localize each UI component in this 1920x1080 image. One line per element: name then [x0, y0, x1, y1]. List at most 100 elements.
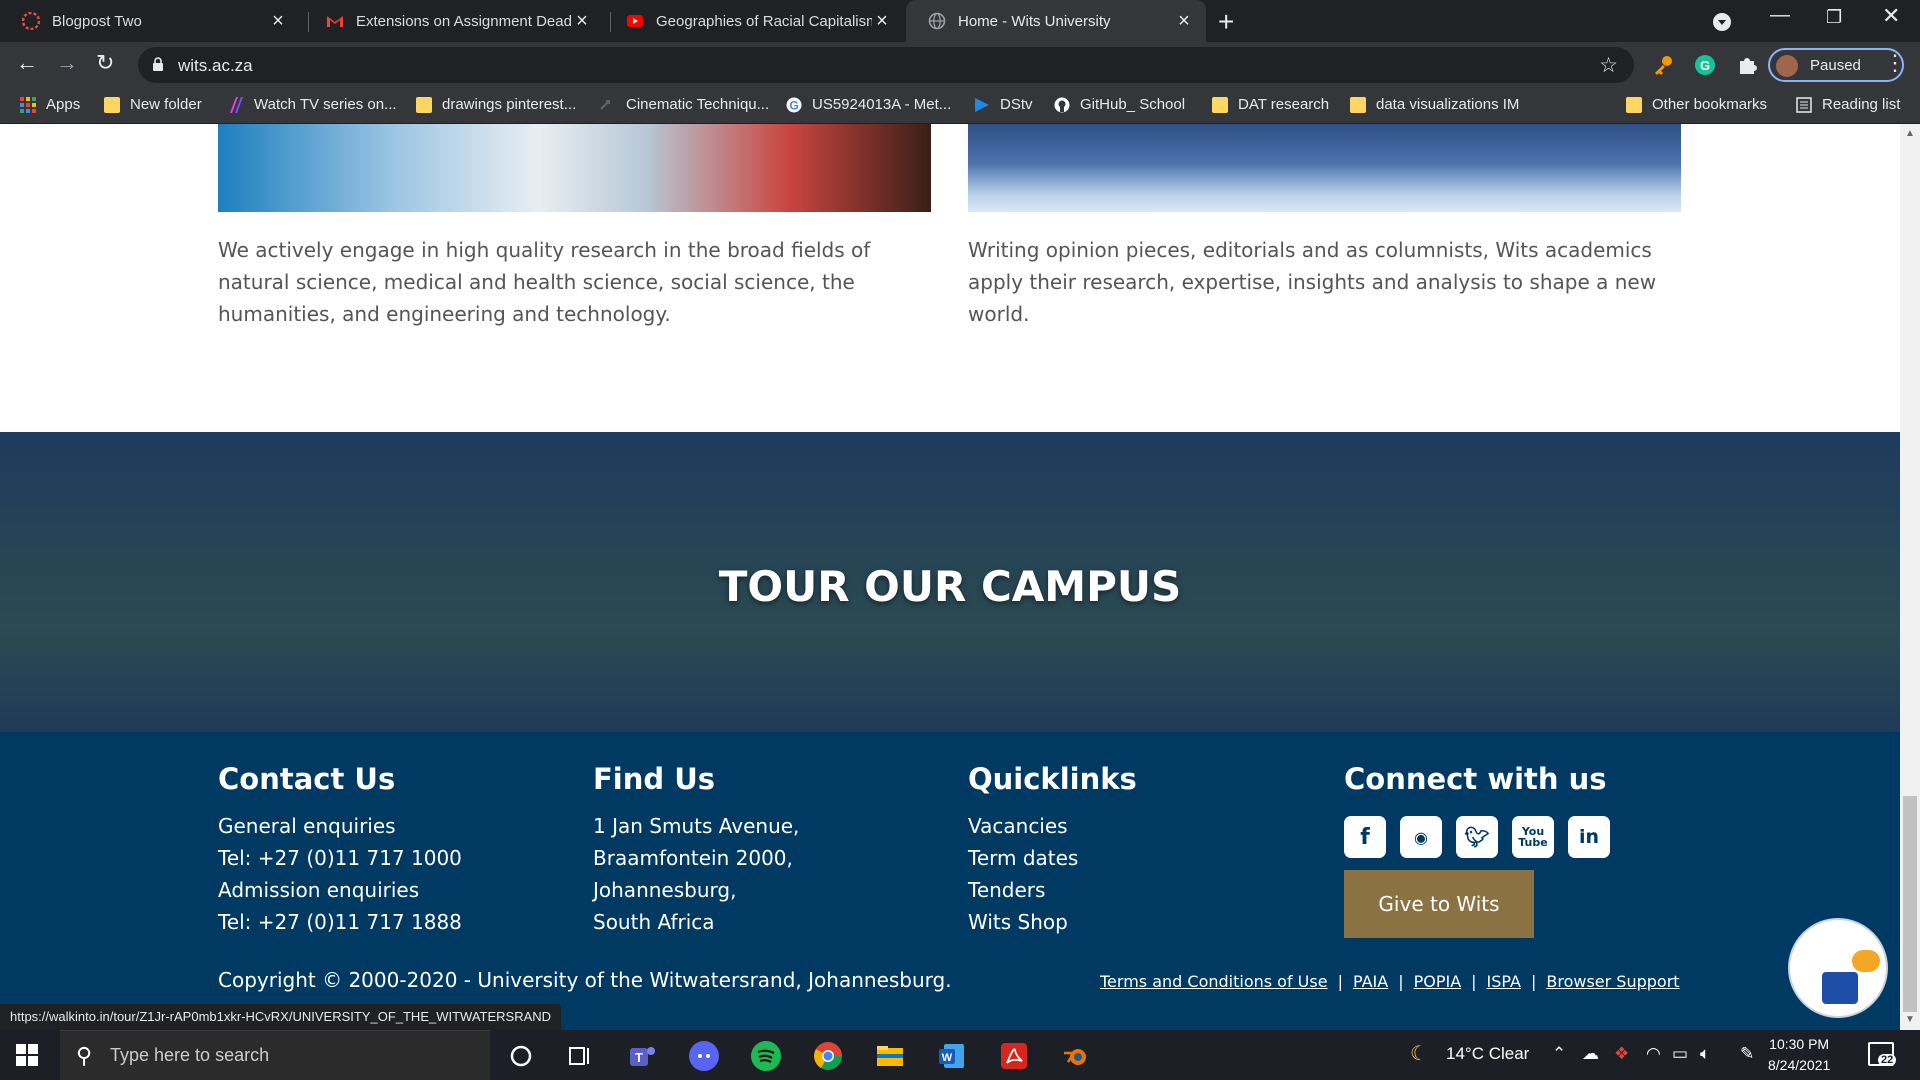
word-icon[interactable]: W	[936, 1040, 968, 1072]
tab-search-icon[interactable]	[1712, 12, 1732, 32]
cortana-icon[interactable]	[505, 1040, 537, 1072]
bookmark-new-folder[interactable]: New folder	[104, 96, 202, 113]
paia-link[interactable]: PAIA	[1353, 972, 1388, 991]
browser-toolbar: ← → ↻ wits.ac.za ☆ G Paused	[0, 42, 1920, 88]
quicklink-term-dates[interactable]: Term dates	[968, 842, 1137, 874]
give-to-wits-button[interactable]: Give to Wits	[1344, 870, 1534, 938]
browser-support-link[interactable]: Browser Support	[1546, 972, 1679, 991]
dropbox-icon[interactable]: ❖	[1614, 1044, 1629, 1064]
ispa-link[interactable]: ISPA	[1487, 972, 1521, 991]
gmail-icon	[327, 16, 343, 27]
scroll-up-arrow[interactable]: ▲	[1905, 128, 1915, 139]
tray-chevron-icon[interactable]: ⌃	[1552, 1044, 1566, 1064]
scroll-down-arrow[interactable]: ▼	[1905, 1014, 1915, 1025]
quicklinks-column: Quicklinks Vacancies Term dates Tenders …	[968, 762, 1137, 938]
stripes-icon	[230, 96, 243, 113]
bookmark-cinematic[interactable]: Cinematic Techniqu...	[600, 96, 769, 113]
bookmark-drawings-pinterest[interactable]: drawings pinterest...	[416, 96, 576, 113]
back-button[interactable]: ←	[16, 50, 38, 76]
quicklink-vacancies[interactable]: Vacancies	[968, 810, 1137, 842]
taskbar-search[interactable]: ⚲ Type here to search	[60, 1030, 490, 1080]
scroll-thumb[interactable]	[1903, 796, 1917, 1012]
maximize-button[interactable]: ❐	[1826, 7, 1842, 28]
lock-icon	[153, 57, 163, 71]
find-heading: Find Us	[593, 762, 716, 796]
status-url: https://walkinto.in/tour/Z1Jr-rAP0mb1xkr…	[0, 1004, 562, 1030]
opinion-image[interactable]	[968, 124, 1681, 212]
bookmark-dat-research[interactable]: DAT research	[1212, 96, 1329, 113]
twitter-icon[interactable]: 🐦︎	[1456, 816, 1498, 858]
clock-date: 8/24/2021	[1768, 1057, 1831, 1073]
research-image[interactable]	[218, 124, 931, 212]
chrome-icon[interactable]	[812, 1040, 844, 1072]
volume-icon[interactable]: 🔈︎	[1700, 1044, 1710, 1064]
contact-phone[interactable]: Tel: +27 (0)11 717 1000	[218, 842, 462, 874]
folder-icon	[1212, 96, 1228, 113]
new-tab-button[interactable]: +	[1218, 6, 1234, 38]
tab-home-wits[interactable]: Home - Wits University ×	[906, 0, 1206, 42]
blender-icon[interactable]	[1060, 1040, 1092, 1072]
wifi-icon[interactable]: ◠	[1646, 1044, 1661, 1064]
tour-campus-banner[interactable]: TOUR OUR CAMPUS	[0, 432, 1900, 732]
bookmark-watch-tv[interactable]: Watch TV series on...	[228, 96, 397, 113]
task-view-icon[interactable]	[564, 1040, 596, 1072]
bookmark-dstv[interactable]: DStv	[974, 96, 1033, 113]
close-tab-icon[interactable]: ×	[872, 10, 892, 33]
svg-text:G: G	[789, 98, 798, 112]
minimize-button[interactable]: —	[1770, 4, 1790, 27]
weather-text[interactable]: 14°C Clear	[1446, 1044, 1529, 1064]
github-icon	[1054, 97, 1070, 112]
quicklink-tenders[interactable]: Tenders	[968, 874, 1137, 906]
forward-button[interactable]: →	[56, 50, 78, 76]
popia-link[interactable]: POPIA	[1414, 972, 1462, 991]
url-text: wits.ac.za	[178, 56, 253, 75]
facebook-icon[interactable]: f	[1344, 816, 1386, 858]
extensions-puzzle-icon[interactable]	[1736, 54, 1758, 76]
bookmark-star-icon[interactable]: ☆	[1599, 53, 1618, 78]
terms-link[interactable]: Terms and Conditions of Use	[1100, 972, 1328, 991]
bookmark-apps[interactable]: Apps	[20, 96, 80, 113]
address-bar[interactable]: wits.ac.za ☆	[138, 47, 1634, 83]
file-explorer-icon[interactable]	[874, 1040, 906, 1072]
page-scrollbar[interactable]: ▲ ▼	[1900, 124, 1920, 1030]
quicklink-wits-shop[interactable]: Wits Shop	[968, 906, 1137, 938]
spotify-icon[interactable]	[750, 1040, 782, 1072]
onedrive-cloud-icon[interactable]: ☁	[1582, 1044, 1599, 1064]
grammarly-icon[interactable]: G	[1694, 54, 1716, 76]
tab-bar: Blogpost Two × Extensions on Assignment …	[0, 0, 1920, 42]
chatbot-mascot-button[interactable]	[1788, 918, 1888, 1018]
notifications-icon[interactable]: 22	[1868, 1042, 1897, 1066]
legal-separator: |	[1337, 972, 1343, 991]
tab-blogpost-two[interactable]: Blogpost Two ×	[0, 0, 300, 42]
bookmark-other[interactable]: Other bookmarks	[1626, 96, 1767, 113]
google-icon: G	[786, 97, 802, 112]
battery-icon[interactable]: ▭	[1672, 1044, 1688, 1064]
discord-icon[interactable]	[688, 1040, 720, 1072]
bookmark-github-school[interactable]: GitHub_ School	[1054, 96, 1185, 113]
acrobat-icon[interactable]	[998, 1040, 1030, 1072]
contact-line: Admission enquiries	[218, 878, 420, 902]
bookmark-google-patent[interactable]: G US5924013A - Met...	[786, 96, 951, 113]
bookmark-data-visualizations[interactable]: data visualizations IM	[1350, 96, 1519, 113]
close-tab-icon[interactable]: ×	[268, 10, 288, 33]
apps-grid-icon	[20, 96, 36, 113]
windows-start-icon[interactable]	[16, 1044, 38, 1066]
close-tab-icon[interactable]: ×	[572, 10, 592, 33]
reload-button[interactable]: ↻	[96, 50, 114, 76]
close-window-button[interactable]: ✕	[1882, 3, 1900, 29]
reading-list[interactable]: Reading list	[1796, 96, 1900, 113]
pen-icon[interactable]: ✎	[1740, 1044, 1754, 1064]
tour-campus-title[interactable]: TOUR OUR CAMPUS	[0, 562, 1900, 611]
teams-icon[interactable]: T	[626, 1040, 658, 1072]
tab-geographies-youtube[interactable]: Geographies of Racial Capitalism ×	[604, 0, 904, 42]
youtube-icon[interactable]: You Tube	[1512, 816, 1554, 858]
more-menu-icon[interactable]: ⋮	[1884, 50, 1906, 76]
contact-phone[interactable]: Tel: +27 (0)11 717 1888	[218, 906, 462, 938]
key-extension-icon[interactable]	[1652, 54, 1674, 76]
linkedin-icon[interactable]: in	[1568, 816, 1610, 858]
system-clock[interactable]: 10:30 PM 8/24/2021	[1768, 1034, 1830, 1076]
tab-extensions-gmail[interactable]: Extensions on Assignment Deadlines ×	[304, 0, 604, 42]
instagram-icon[interactable]: ◉	[1400, 816, 1442, 858]
close-tab-icon[interactable]: ×	[1174, 10, 1194, 33]
legal-separator: |	[1398, 972, 1404, 991]
